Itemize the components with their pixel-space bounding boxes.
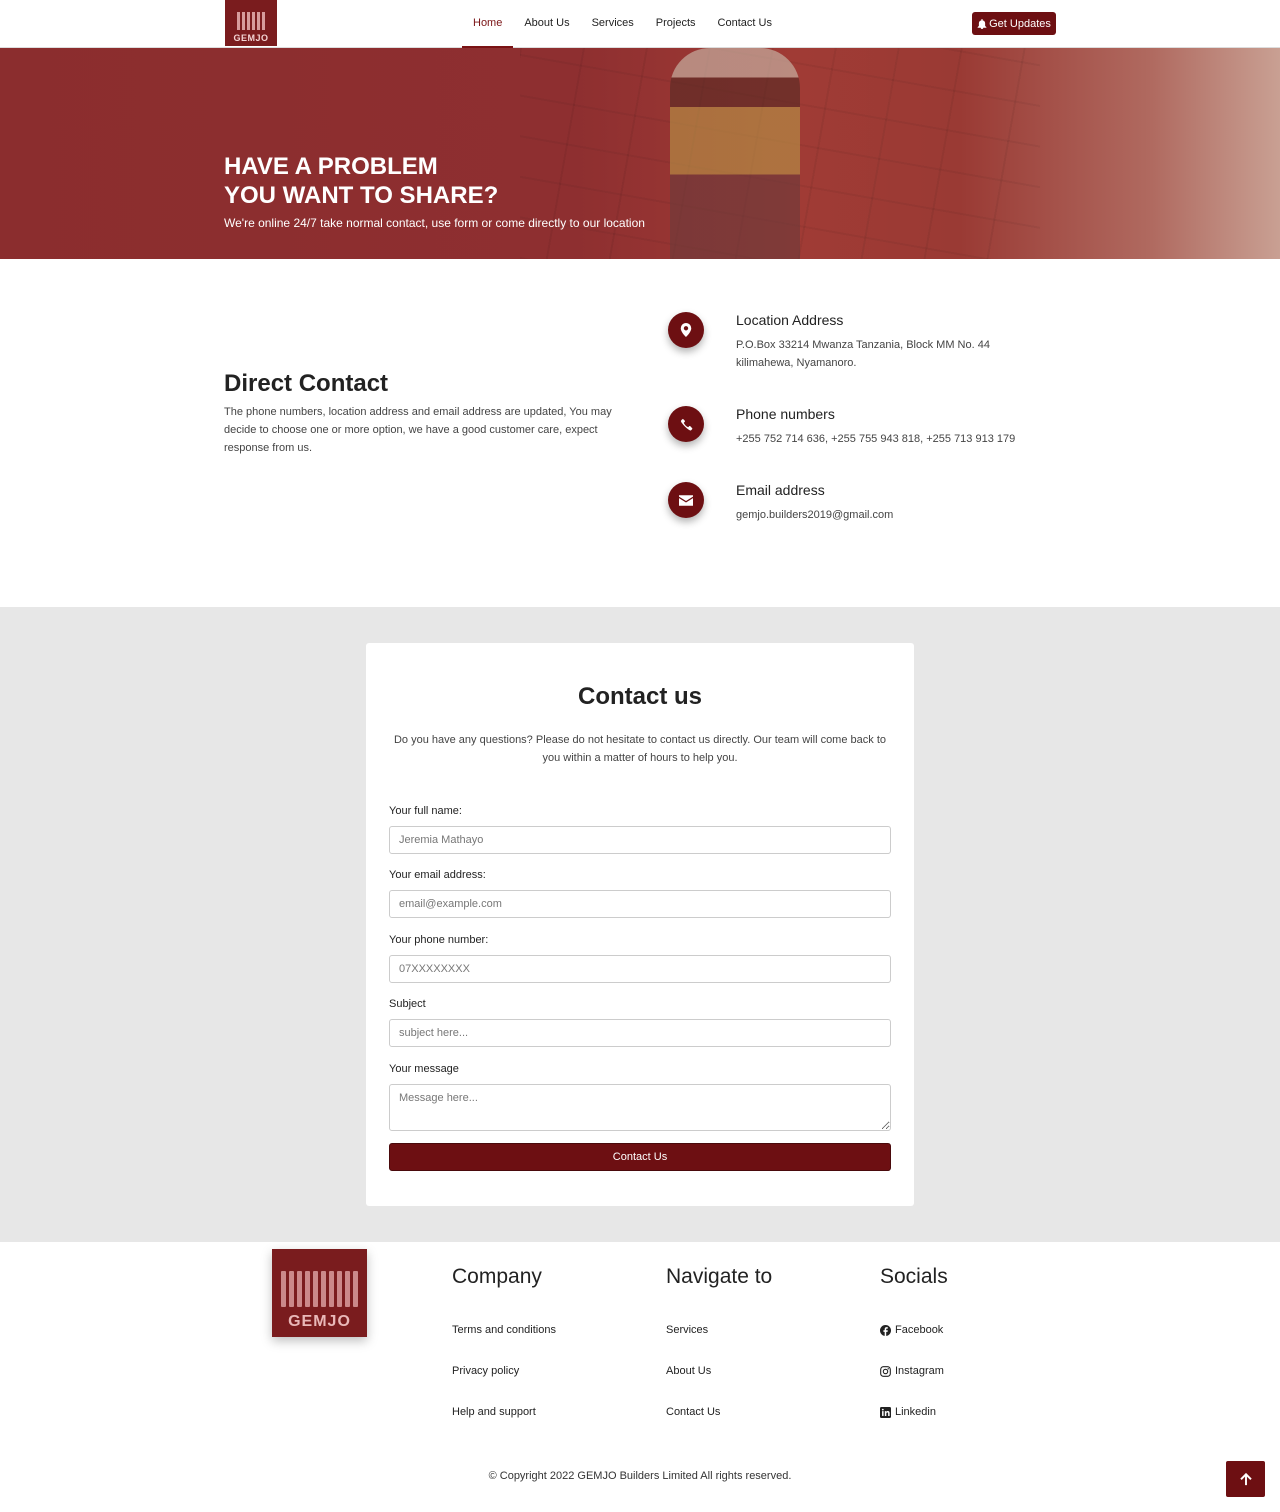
facebook-label: Facebook	[895, 1324, 944, 1336]
footer-company-title: Company	[452, 1265, 542, 1288]
email-text: gemjo.builders2019@gmail.com	[736, 509, 894, 521]
footer-link-privacy[interactable]: Privacy policy	[452, 1350, 556, 1391]
instagram-icon	[880, 1365, 891, 1377]
footer-socials: Socials Facebook Instagram Linkedin	[880, 1265, 948, 1432]
copyright: © Copyright 2022 GEMJO Builders Limited …	[488, 1470, 792, 1482]
footer-logo[interactable]: GEMJO	[272, 1249, 367, 1337]
footer-link-linkedin[interactable]: Linkedin	[880, 1391, 948, 1432]
message-textarea[interactable]	[389, 1084, 891, 1131]
name-input[interactable]	[389, 826, 891, 854]
name-label: Your full name:	[389, 805, 462, 817]
footer-link-services[interactable]: Services	[666, 1309, 772, 1350]
nav-link-home[interactable]: Home	[462, 0, 514, 48]
hero-subtitle: We're online 24/7 take normal contact, u…	[224, 216, 645, 230]
logo-mark	[237, 12, 265, 30]
footer-link-about[interactable]: About Us	[666, 1350, 772, 1391]
nav-links: Home About Us Services Projects Contact …	[462, 0, 783, 48]
email-label: Your email address:	[389, 869, 486, 881]
back-to-top-button[interactable]	[1226, 1461, 1265, 1497]
direct-contact-title: Direct Contact	[224, 370, 389, 397]
logo-text: GEMJO	[233, 33, 269, 43]
footer-logo-text: GEMJO	[288, 1313, 351, 1330]
footer-link-terms[interactable]: Terms and conditions	[452, 1309, 556, 1350]
nav-link-about[interactable]: About Us	[513, 0, 580, 48]
footer-link-contact[interactable]: Contact Us	[666, 1391, 772, 1432]
footer-navigate: Navigate to Services About Us Contact Us	[666, 1265, 772, 1432]
nav-link-projects[interactable]: Projects	[645, 0, 707, 48]
envelope-icon	[668, 482, 704, 518]
contact-form-title: Contact us	[577, 683, 702, 710]
phone-label: Your phone number:	[389, 934, 489, 946]
contact-submit-button[interactable]: Contact Us	[389, 1143, 891, 1171]
get-updates-label: Get Updates	[989, 17, 1051, 30]
facebook-icon	[880, 1324, 891, 1336]
hero-title-line2: YOU WANT TO SHARE?	[224, 182, 499, 209]
footer-navigate-title: Navigate to	[666, 1265, 773, 1288]
navbar: GEMJO Home About Us Services Projects Co…	[0, 0, 1280, 48]
footer-company: Company Terms and conditions Privacy pol…	[452, 1265, 556, 1432]
subject-input[interactable]	[389, 1019, 891, 1047]
footer-link-instagram[interactable]: Instagram	[880, 1350, 948, 1391]
location-title: Location Address	[736, 312, 844, 328]
location-text: P.O.Box 33214 Mwanza Tanzania, Block MM …	[736, 339, 990, 369]
direct-contact-text: The phone numbers, location address and …	[224, 406, 612, 454]
phone-title: Phone numbers	[736, 406, 835, 422]
email-input[interactable]	[389, 890, 891, 918]
phone-input[interactable]	[389, 955, 891, 983]
contact-form-description: Do you have any questions? Please do not…	[393, 734, 886, 764]
instagram-label: Instagram	[895, 1365, 944, 1377]
email-title: Email address	[736, 482, 825, 498]
hero-title-line1: HAVE A PROBLEM	[224, 153, 438, 180]
linkedin-icon	[880, 1406, 891, 1418]
location-pin-icon	[668, 312, 704, 348]
nav-link-contact[interactable]: Contact Us	[707, 0, 783, 48]
nav-link-services[interactable]: Services	[581, 0, 645, 48]
footer-link-facebook[interactable]: Facebook	[880, 1309, 948, 1350]
message-label: Your message	[389, 1063, 459, 1075]
get-updates-button[interactable]: Get Updates	[972, 12, 1056, 35]
linkedin-label: Linkedin	[895, 1406, 936, 1418]
footer-socials-title: Socials	[880, 1265, 948, 1288]
subject-label: Subject	[389, 998, 426, 1010]
arrow-up-icon	[1239, 1472, 1252, 1486]
bell-icon	[977, 18, 987, 29]
footer-logo-mark	[281, 1271, 358, 1307]
logo[interactable]: GEMJO	[225, 0, 277, 46]
hero-banner: HAVE A PROBLEM YOU WANT TO SHARE? We're …	[0, 48, 1280, 259]
phone-text: +255 752 714 636, +255 755 943 818, +255…	[736, 433, 1016, 445]
phone-icon	[668, 406, 704, 442]
hero-title: HAVE A PROBLEM YOU WANT TO SHARE?	[224, 152, 498, 210]
contact-form-card: Contact us Do you have any questions? Pl…	[366, 643, 914, 1206]
footer-link-help[interactable]: Help and support	[452, 1391, 556, 1432]
contact-form-section: Contact us Do you have any questions? Pl…	[0, 607, 1280, 1242]
hero-worker-image	[670, 48, 800, 259]
